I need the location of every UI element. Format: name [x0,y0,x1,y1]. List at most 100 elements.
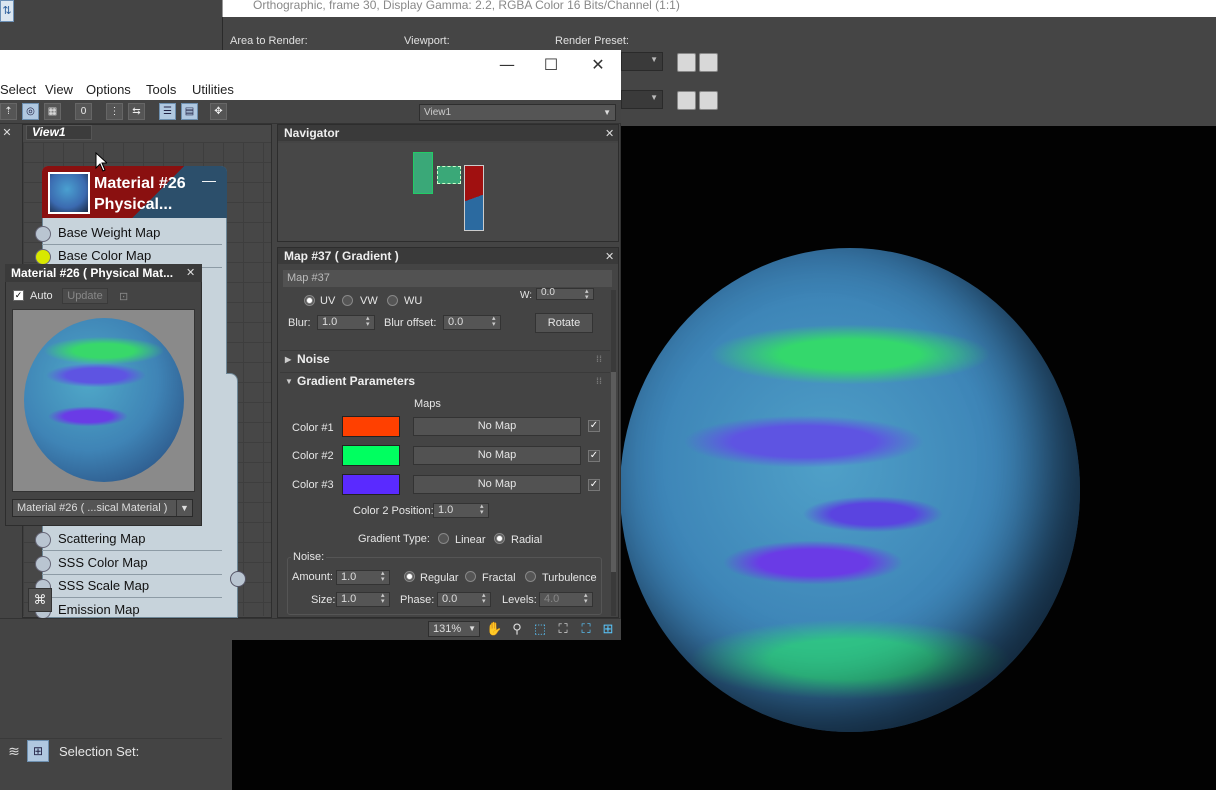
gradient-parameters-rollout[interactable]: ▼ Gradient Parameters ⁞⁞ [280,372,610,389]
preview-sphere [24,318,184,482]
menu-view[interactable]: View [45,82,73,97]
radial-label: Radial [511,534,543,546]
close-icon[interactable]: ✕ [0,126,14,140]
parameter-editor-icon[interactable]: ▤ [181,103,198,120]
close-icon[interactable]: ✕ [583,55,613,74]
amount-spinner[interactable]: 1.0 [336,570,390,585]
vw-label: VW [360,295,378,307]
amount-label: Amount: [292,571,333,583]
color2-map-button[interactable]: No Map [413,446,581,465]
menu-select[interactable]: Select [0,82,36,97]
navigator-canvas[interactable] [278,143,618,241]
color2-position-spinner[interactable]: 1.0 [433,503,489,518]
close-icon[interactable]: ✕ [605,127,614,140]
color2-map-checkbox[interactable]: ✓ [588,450,600,462]
slot-sss-scale-map[interactable]: SSS Scale Map [35,575,222,598]
blur-offset-spinner[interactable]: 0.0 [443,315,501,330]
render-setup-icon[interactable] [677,53,696,72]
levels-spinner[interactable]: 4.0 [539,592,593,607]
pin-icon[interactable]: ⊡ [119,290,131,303]
viewport-dropdown[interactable]: ▼ [621,90,663,109]
map-panel-title: Map #37 ( Gradient ) [278,248,618,264]
chevron-down-icon[interactable]: ▼ [176,500,192,516]
sme-titlebar [0,50,621,80]
select-by-material-icon[interactable]: ✥ [210,103,227,120]
auto-checkbox[interactable]: ✓ [13,290,24,301]
node-output-socket[interactable] [230,571,246,587]
minimize-icon[interactable]: — [492,55,522,74]
layout-children-icon[interactable]: ⇆ [128,103,145,120]
show-shaded-icon[interactable]: 0 [75,103,92,120]
phase-spinner[interactable]: 0.0 [437,592,491,607]
zoom-extents-selected-icon[interactable]: ⛶ [578,621,594,637]
collapse-icon[interactable]: — [202,172,216,188]
selection-set-label: Selection Set: [59,744,140,759]
material-map-navigator-icon[interactable]: ☰ [159,103,176,120]
sme-menubar: Select View Options Tools Utilities [0,80,621,100]
turbulence-radio[interactable] [525,571,536,582]
color2-position-label: Color 2 Position: [353,505,434,517]
zoom-region-icon[interactable]: ⬚ [532,621,548,637]
pan-to-selected-icon[interactable]: ⊞ [600,621,616,637]
viewport-label: Viewport: [404,35,450,47]
color1-swatch[interactable] [342,416,400,437]
slot-scattering-map[interactable]: Scattering Map [35,528,222,551]
color1-map-button[interactable]: No Map [413,417,581,436]
color2-swatch[interactable] [342,445,400,466]
show-background-icon[interactable]: ◎ [22,103,39,120]
environment-icon[interactable] [699,53,718,72]
maximize-icon[interactable]: ☐ [536,55,566,74]
blur-spinner[interactable]: 1.0 [317,315,375,330]
color3-map-checkbox[interactable]: ✓ [588,479,600,491]
fractal-radio[interactable] [465,571,476,582]
noise-rollout[interactable]: ▶ Noise ⁞⁞ [280,350,610,367]
linear-radio[interactable] [438,533,449,544]
close-icon[interactable]: ✕ [605,250,614,263]
update-button[interactable]: Update [62,288,108,304]
slot-base-weight-map[interactable]: Base Weight Map [35,222,222,245]
map-name-field[interactable]: Map #37 [283,270,612,287]
radial-radio[interactable] [494,533,505,544]
menu-tools[interactable]: Tools [146,82,176,97]
close-icon[interactable]: ✕ [186,266,195,279]
layers-icon[interactable]: ≋ [6,743,22,759]
wu-radio[interactable] [387,295,398,306]
rotate-button[interactable]: Rotate [535,313,593,333]
hierarchy-icon[interactable]: ⊞ [27,740,49,762]
save-image-icon[interactable] [677,91,696,110]
scrollbar-thumb[interactable] [611,372,616,572]
input-socket-icon[interactable] [35,226,51,242]
clone-frame-icon[interactable] [699,91,718,110]
tab-view1[interactable]: View1 [26,125,92,140]
zoom-icon[interactable]: ⚲ [509,621,525,637]
vw-radio[interactable] [342,295,353,306]
preview-material-dropdown[interactable]: Material #26 ( ...sical Material ) [12,499,193,517]
pick-icon[interactable]: ⇡ [0,103,17,120]
checker-icon[interactable]: ▦ [44,103,61,120]
uv-radio[interactable] [304,295,315,306]
input-socket-icon[interactable] [35,249,51,265]
slot-sss-color-map[interactable]: SSS Color Map [35,552,222,575]
menu-options[interactable]: Options [86,82,131,97]
levels-label: Levels: [502,594,537,606]
navigator-viewport-rect[interactable] [437,166,461,184]
color3-swatch[interactable] [342,474,400,495]
uv-label: UV [320,295,336,307]
navigator-node [413,152,433,194]
layout-all-icon[interactable]: ⋮ [106,103,123,120]
input-socket-icon[interactable] [35,556,51,572]
regular-radio[interactable] [404,571,415,582]
color1-map-checkbox[interactable]: ✓ [588,420,600,432]
menu-utilities[interactable]: Utilities [192,82,234,97]
input-socket-icon[interactable] [35,532,51,548]
binoculars-icon[interactable]: ⌘ [28,588,52,612]
zoom-extents-icon[interactable]: ⛶ [555,621,571,637]
render-preset-dropdown[interactable]: ▼ [621,52,663,71]
size-spinner[interactable]: 1.0 [336,592,390,607]
view-select-dropdown[interactable]: View1 ▼ [419,104,616,121]
zoom-dropdown[interactable]: 131% ▼ [428,621,480,637]
wu-label: WU [404,295,423,307]
pan-hand-icon[interactable]: ✋ [486,621,502,637]
w-spinner[interactable]: 0.0 [536,288,594,301]
color3-map-button[interactable]: No Map [413,475,581,494]
